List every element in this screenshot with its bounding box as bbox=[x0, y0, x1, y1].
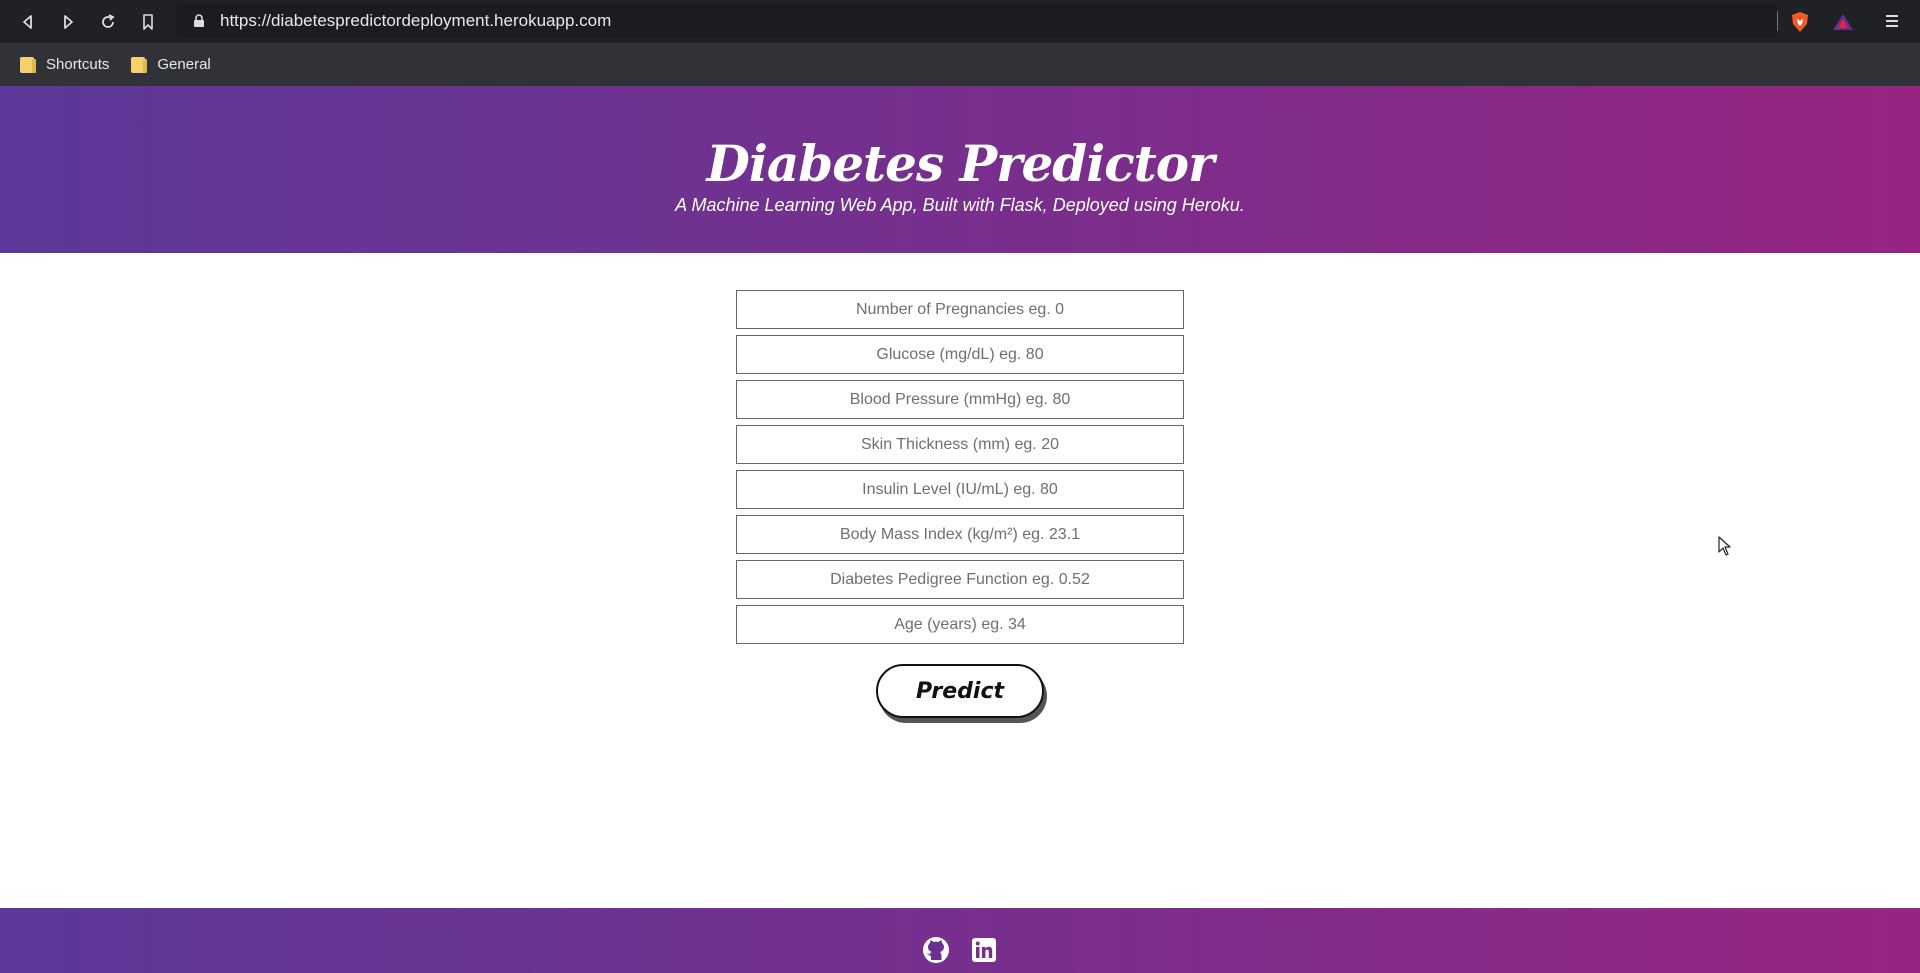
back-button[interactable] bbox=[8, 0, 48, 43]
bookmark-button[interactable] bbox=[128, 0, 168, 43]
predict-button[interactable]: Predict bbox=[876, 664, 1044, 718]
bmi-input[interactable] bbox=[736, 515, 1184, 554]
pregnancies-input[interactable] bbox=[736, 290, 1184, 329]
blood-pressure-input[interactable] bbox=[736, 380, 1184, 419]
back-icon bbox=[23, 14, 32, 29]
forward-button[interactable] bbox=[48, 0, 88, 43]
prediction-form: Predict bbox=[736, 290, 1184, 718]
reload-icon bbox=[102, 13, 115, 28]
folder-icon bbox=[20, 56, 36, 73]
linkedin-icon[interactable] bbox=[970, 936, 998, 964]
github-icon[interactable] bbox=[922, 936, 950, 964]
skin-thickness-input[interactable] bbox=[736, 425, 1184, 464]
age-input[interactable] bbox=[736, 605, 1184, 644]
nav-buttons bbox=[8, 0, 168, 43]
mouse-cursor-icon bbox=[1718, 536, 1731, 556]
brave-rewards-icon[interactable] bbox=[1832, 13, 1854, 31]
browser-toolbar: https://diabetespredictordeployment.hero… bbox=[0, 0, 1920, 43]
bookmark-general[interactable]: General bbox=[131, 56, 211, 73]
brave-shield-icon[interactable] bbox=[1789, 11, 1811, 33]
page-footer bbox=[0, 908, 1920, 973]
page-subtitle: A Machine Learning Web App, Built with F… bbox=[675, 194, 1245, 215]
address-divider bbox=[1777, 11, 1778, 31]
glucose-input[interactable] bbox=[736, 335, 1184, 374]
menu-icon[interactable] bbox=[1884, 12, 1900, 30]
address-bar[interactable]: https://diabetespredictordeployment.hero… bbox=[176, 4, 1778, 38]
bookmark-shortcuts[interactable]: Shortcuts bbox=[20, 56, 109, 73]
bookmark-label: General bbox=[157, 56, 211, 73]
url-text: https://diabetespredictordeployment.hero… bbox=[220, 11, 612, 30]
reload-button[interactable] bbox=[88, 0, 128, 43]
page-title: Diabetes Predictor bbox=[706, 133, 1215, 193]
lock-icon bbox=[190, 12, 208, 30]
forward-icon bbox=[64, 14, 73, 29]
pedigree-function-input[interactable] bbox=[736, 560, 1184, 599]
page-header: Diabetes Predictor A Machine Learning We… bbox=[0, 86, 1920, 253]
bookmark-icon bbox=[143, 13, 153, 30]
bookmark-label: Shortcuts bbox=[46, 56, 110, 73]
insulin-input[interactable] bbox=[736, 470, 1184, 509]
folder-icon bbox=[131, 56, 148, 73]
bookmarks-bar: Shortcuts General bbox=[0, 43, 1920, 86]
